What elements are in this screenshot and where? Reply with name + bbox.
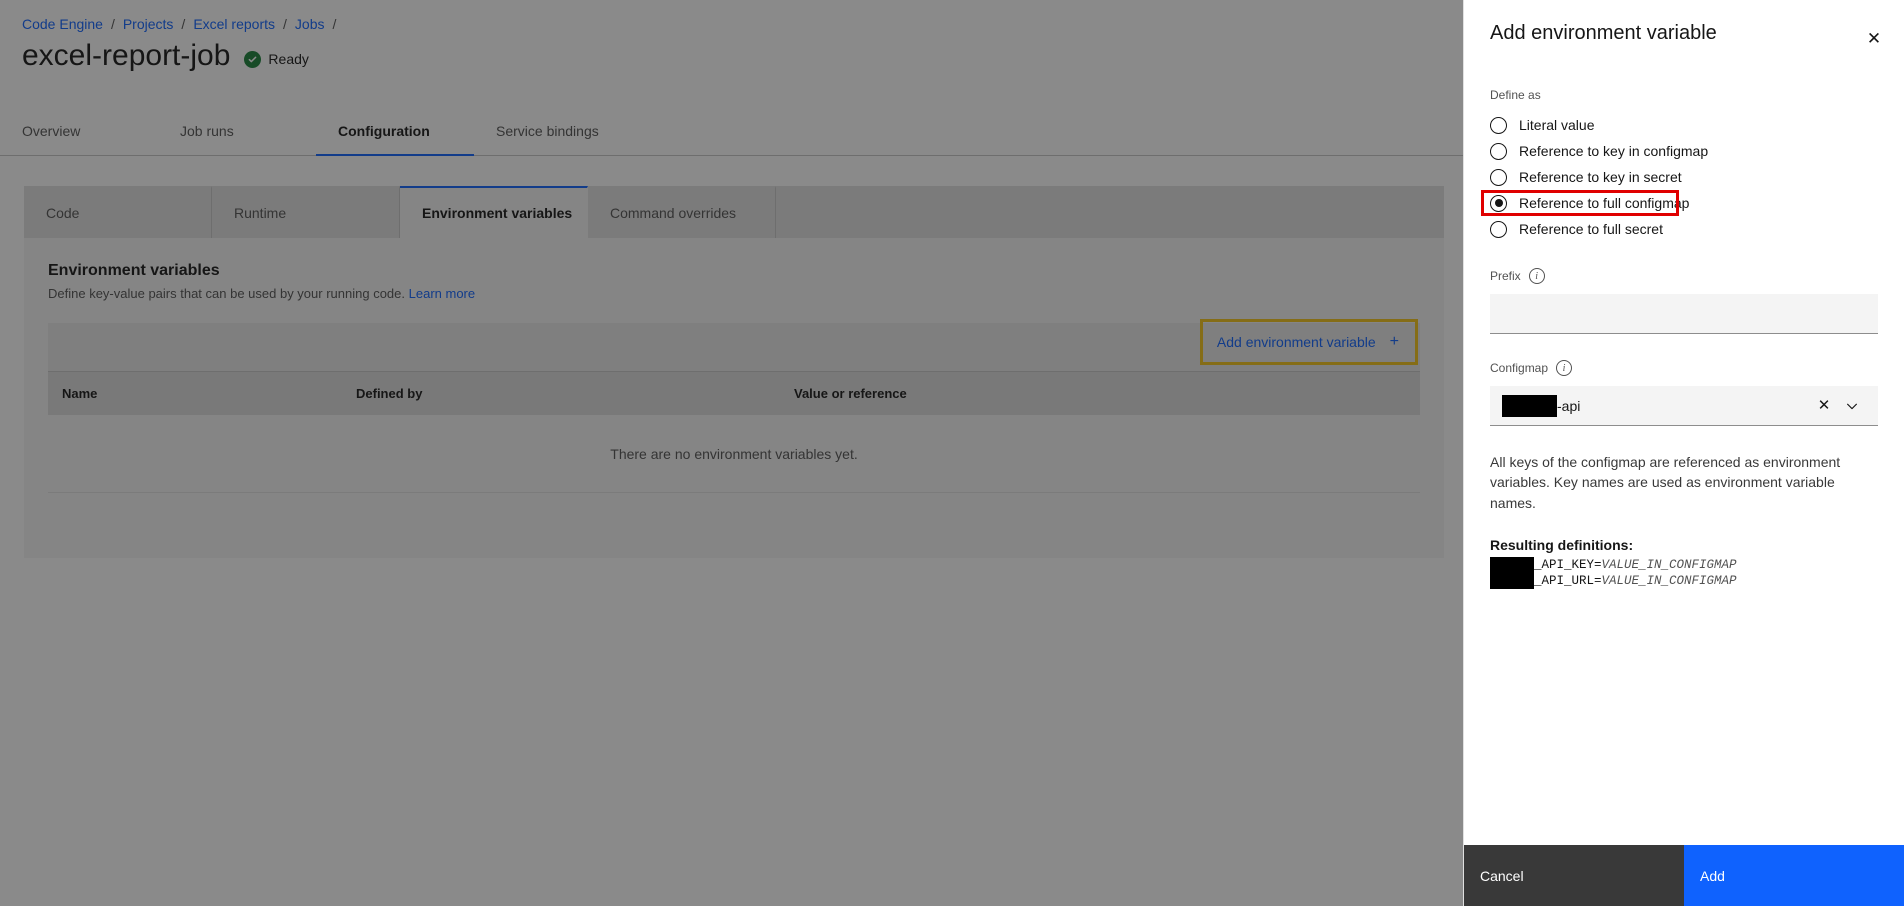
- prefix-label: Prefix i: [1490, 268, 1878, 284]
- info-icon[interactable]: i: [1528, 268, 1545, 284]
- chevron-down-icon[interactable]: [1838, 399, 1866, 413]
- resulting-definitions-label: Resulting definitions:: [1490, 536, 1634, 553]
- configmap-value-suffix: -api: [1557, 397, 1581, 414]
- radio-reference-key-secret-label: Reference to key in secret: [1519, 169, 1682, 185]
- configmap-note: All keys of the configmap are referenced…: [1490, 454, 1841, 511]
- redacted-prefix: [1490, 572, 1534, 589]
- info-icon[interactable]: i: [1556, 360, 1573, 376]
- definition-value: VALUE_IN_CONFIGMAP: [1601, 557, 1737, 572]
- configmap-dropdown[interactable]: -api ✕: [1490, 386, 1878, 426]
- radio-icon: [1490, 116, 1507, 134]
- modal-overlay[interactable]: [0, 0, 1463, 906]
- radio-reference-key-configmap-label: Reference to key in configmap: [1519, 143, 1709, 159]
- radio-reference-key-configmap[interactable]: Reference to key in configmap: [1490, 138, 1878, 164]
- definition-key: _API_URL=: [1534, 573, 1602, 588]
- radio-reference-full-secret-label: Reference to full secret: [1519, 221, 1663, 237]
- radio-reference-full-configmap[interactable]: Reference to full configmap: [1490, 190, 1878, 216]
- panel-body: Define as Literal value Reference to key…: [1464, 72, 1904, 845]
- radio-reference-full-configmap-label: Reference to full configmap: [1519, 195, 1690, 211]
- configmap-label: Configmap i: [1490, 360, 1878, 376]
- configmap-field: Configmap i -api ✕: [1490, 360, 1878, 426]
- radio-icon: [1490, 168, 1507, 186]
- prefix-field: Prefix i: [1490, 268, 1878, 334]
- cancel-button[interactable]: Cancel: [1464, 845, 1684, 906]
- panel-title: Add environment variable: [1490, 22, 1717, 44]
- define-as-label-text: Define as: [1490, 88, 1541, 102]
- radio-icon-selected: [1490, 194, 1507, 212]
- panel-header: Add environment variable ✕: [1464, 0, 1904, 72]
- radio-icon: [1490, 220, 1507, 238]
- definition-row: _API_URL= VALUE_IN_CONFIGMAP: [1490, 572, 1878, 589]
- panel-footer: Cancel Add: [1464, 845, 1904, 906]
- radio-literal-value-label: Literal value: [1519, 117, 1595, 133]
- prefix-input[interactable]: [1490, 294, 1878, 334]
- radio-icon: [1490, 142, 1507, 160]
- app-root: Code Engine / Projects / Excel reports /…: [0, 0, 1904, 906]
- radio-reference-full-secret[interactable]: Reference to full secret: [1490, 216, 1878, 242]
- add-button[interactable]: Add: [1684, 845, 1904, 906]
- prefix-label-text: Prefix: [1490, 269, 1521, 283]
- configmap-selected-value: -api: [1502, 394, 1810, 417]
- add-environment-variable-panel: Add environment variable ✕ Define as Lit…: [1463, 0, 1904, 906]
- define-as-label: Define as: [1490, 88, 1878, 102]
- definition-key: _API_KEY=: [1534, 557, 1602, 572]
- define-as-radio-group: Literal value Reference to key in config…: [1481, 112, 1878, 242]
- definition-value: VALUE_IN_CONFIGMAP: [1601, 573, 1737, 588]
- redacted-prefix: [1490, 556, 1534, 573]
- radio-reference-key-secret[interactable]: Reference to key in secret: [1490, 164, 1878, 190]
- configmap-label-text: Configmap: [1490, 361, 1549, 375]
- clear-icon[interactable]: ✕: [1810, 398, 1838, 413]
- resulting-definitions-list: _API_KEY= VALUE_IN_CONFIGMAP _API_URL= V…: [1490, 556, 1878, 589]
- definition-row: _API_KEY= VALUE_IN_CONFIGMAP: [1490, 556, 1878, 573]
- redacted-value: [1502, 394, 1557, 417]
- radio-literal-value[interactable]: Literal value: [1490, 112, 1878, 138]
- close-icon[interactable]: ✕: [1858, 22, 1890, 54]
